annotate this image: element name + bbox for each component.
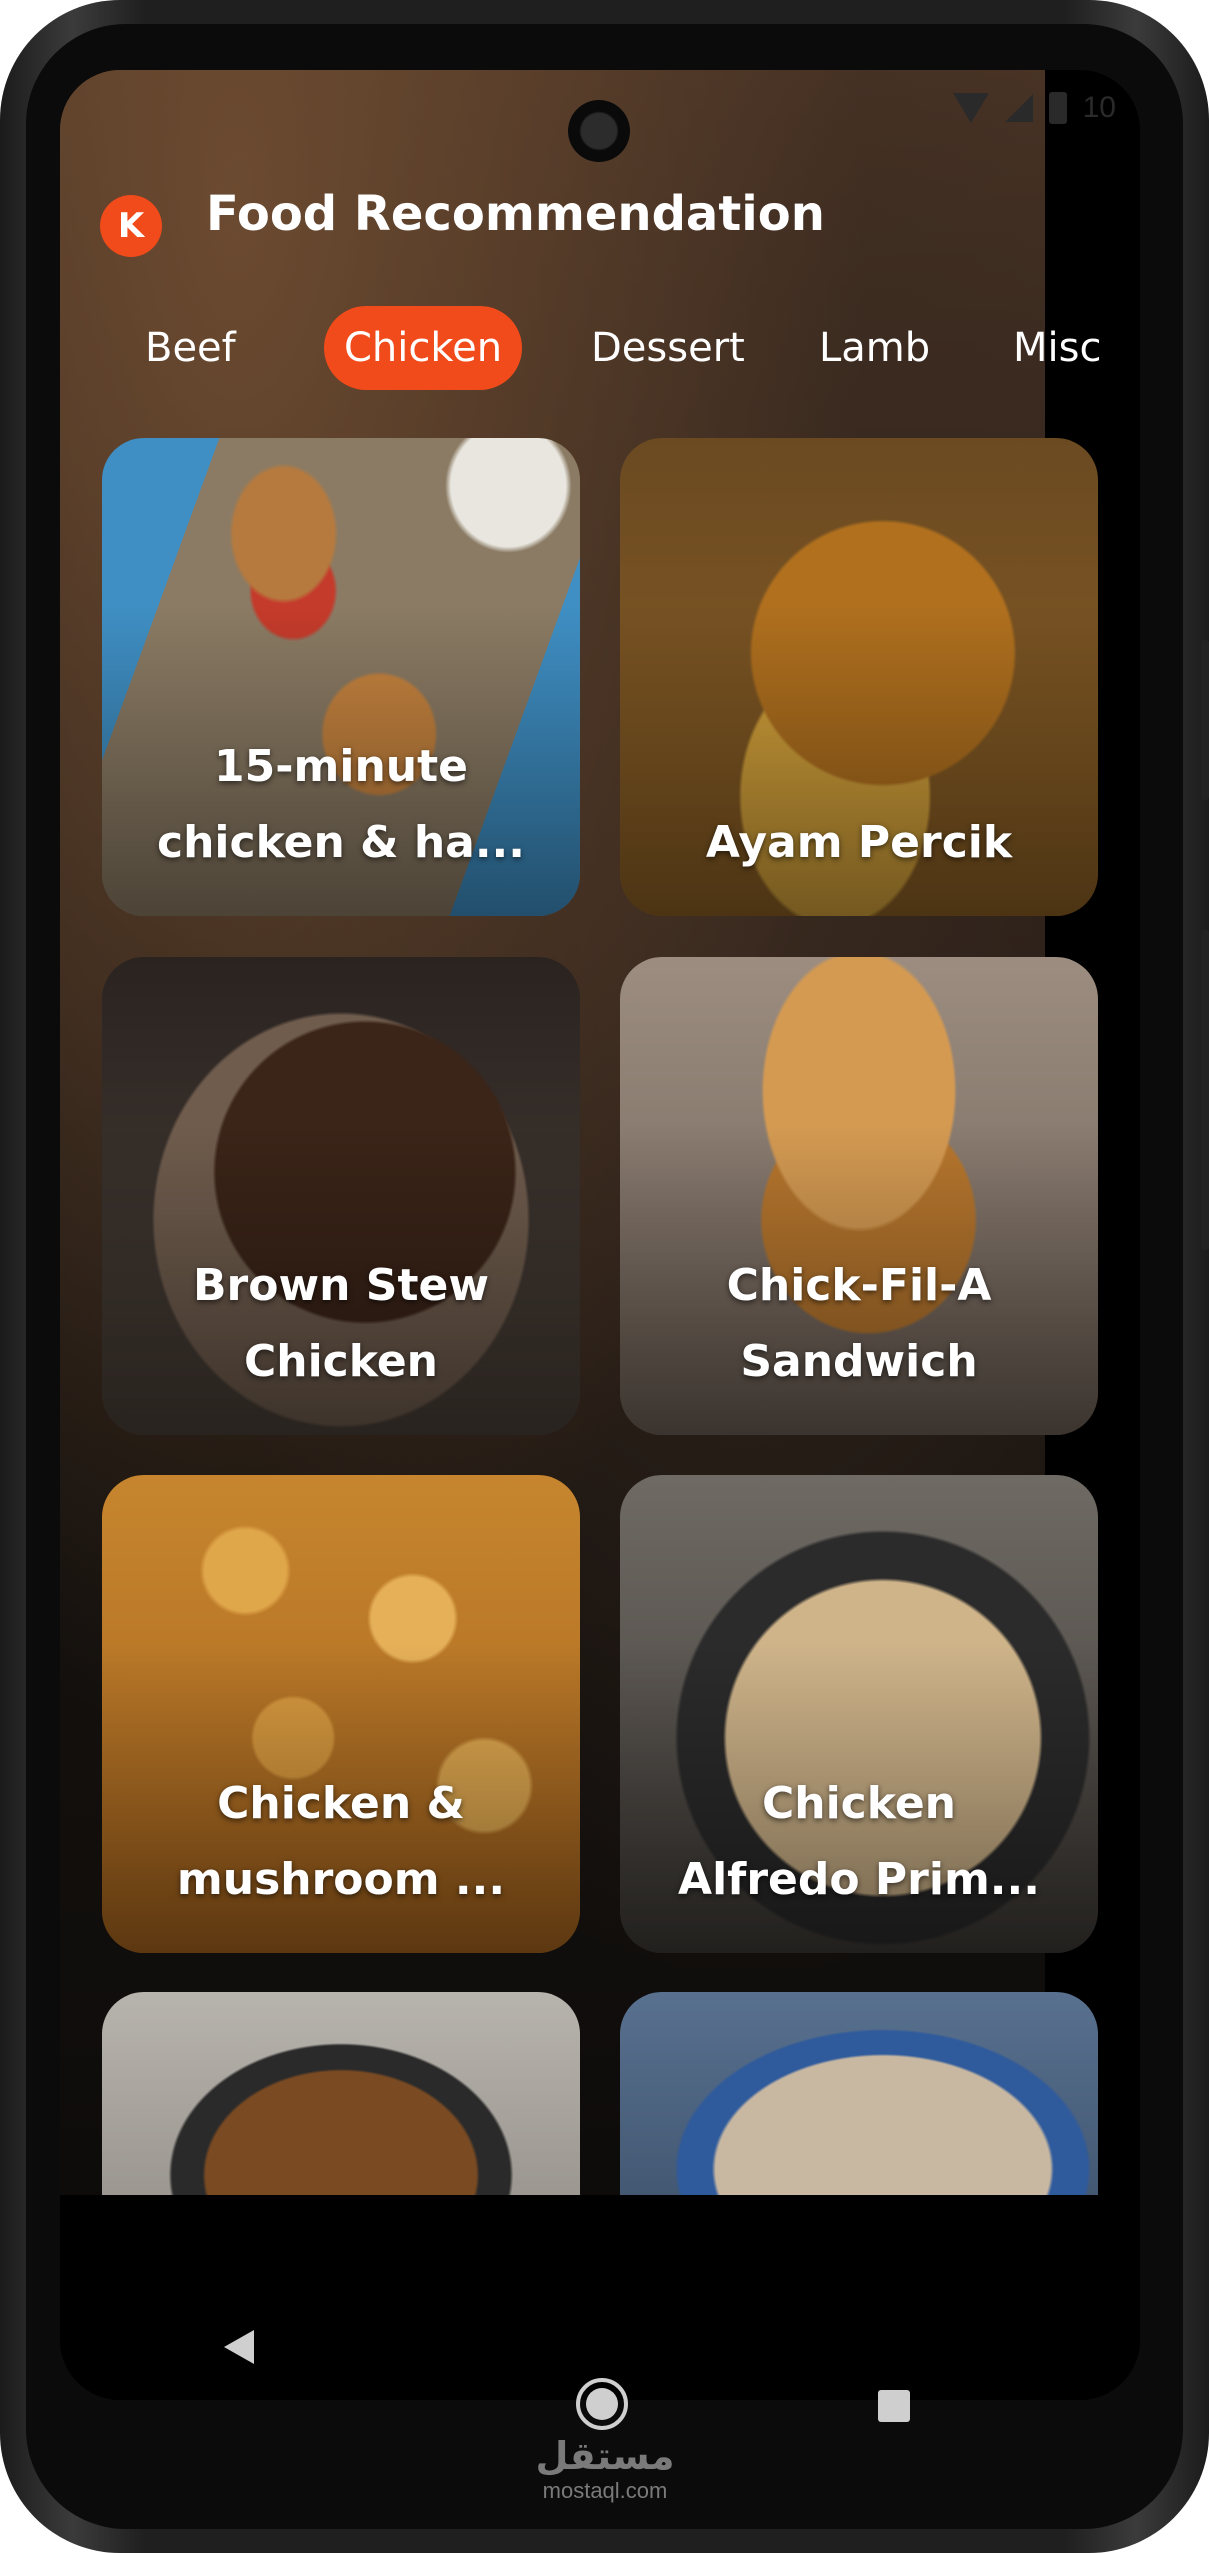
tab-dessert[interactable]: Dessert (571, 306, 765, 390)
meal-card[interactable]: Brown Stew Chicken (102, 957, 580, 1435)
nav-recents-icon[interactable] (878, 2390, 910, 2422)
meal-name: Ayam Percik (705, 817, 1013, 868)
phone-frame: 10 K Food Recommendation Beef Chicken De… (0, 0, 1209, 2553)
meal-card[interactable]: Chicken Alfredo Prim... (620, 1475, 1098, 1953)
front-camera (568, 100, 630, 162)
meal-card[interactable]: 15-minute chicken & ha... (102, 438, 580, 916)
meal-card[interactable]: Chicken & mushroom ... (102, 1475, 580, 1953)
meal-name: Chicken & mushroom ... (176, 1778, 506, 1905)
power-button (1201, 640, 1209, 800)
meal-name: Brown Stew Chicken (193, 1260, 489, 1387)
page-title: Food Recommendation (206, 186, 825, 242)
meal-card[interactable]: Chick-Fil-A Sandwich (620, 957, 1098, 1435)
nav-home-dot (586, 2388, 618, 2420)
navigation-bar (60, 2195, 1140, 2400)
tab-chicken[interactable]: Chicken (324, 306, 523, 390)
volume-button (1201, 930, 1209, 1250)
tab-misc[interactable]: Misc (993, 306, 1121, 390)
signal-icon (1004, 94, 1033, 122)
meal-name: Chick-Fil-A Sandwich (726, 1260, 992, 1387)
app-screen: 10 K Food Recommendation Beef Chicken De… (60, 70, 1140, 2400)
battery-icon (1048, 92, 1067, 124)
wifi-icon (952, 93, 989, 123)
nav-back-icon[interactable] (224, 2330, 254, 2364)
watermark-logo: مستقل mostaql.com (535, 2434, 675, 2503)
meal-name: 15-minute chicken & ha... (157, 741, 525, 868)
back-icon: K (117, 206, 145, 246)
tab-beef[interactable]: Beef (125, 306, 256, 390)
meal-name: Chicken Alfredo Prim... (678, 1778, 1040, 1905)
category-tabs: Beef Chicken Dessert Lamb Misc (80, 306, 1140, 390)
back-button[interactable]: K (100, 195, 162, 257)
status-bar: 10 (952, 78, 1116, 138)
meal-card[interactable]: Ayam Percik (620, 438, 1098, 916)
tab-lamb[interactable]: Lamb (799, 306, 950, 390)
status-time: 10 (1082, 91, 1116, 124)
